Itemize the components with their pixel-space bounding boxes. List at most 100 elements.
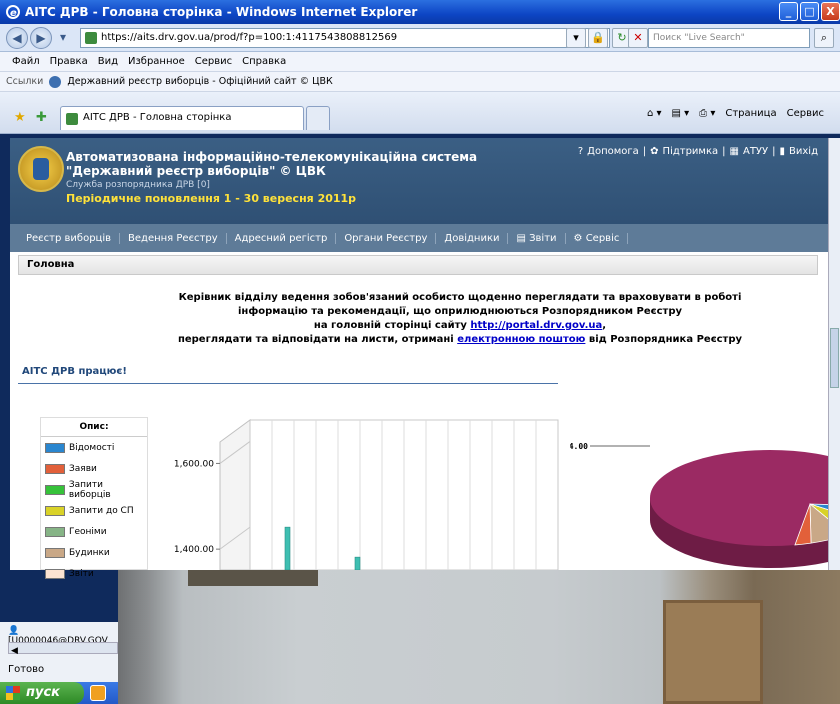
notice-line4-end: від Розпорядника Реєстру: [585, 334, 743, 345]
search-input[interactable]: Поиск "Live Search": [648, 28, 810, 48]
main-content: Головна Керівник відділу ведення зобов'я…: [10, 252, 828, 579]
forward-button[interactable]: ▶: [30, 27, 52, 49]
legend-label: Запити до СП: [69, 505, 134, 516]
new-tab-button[interactable]: [306, 106, 330, 130]
legend-item: Запити до СП: [41, 500, 147, 521]
page-scrollbar[interactable]: [828, 138, 840, 570]
overlay-photo: [118, 570, 840, 704]
period-notice: Періодичне поновлення 1 - 30 вересня 201…: [66, 192, 357, 205]
cvk-logo: [18, 146, 64, 192]
print-icon[interactable]: ⎙ ▾: [699, 108, 715, 119]
app-subtitle: Служба розпорядника ДРВ [0]: [66, 180, 210, 190]
nav-address-register[interactable]: Адресний регістр: [227, 232, 337, 244]
y-tick-label: 1,600.00: [174, 459, 214, 469]
link-drv-site[interactable]: Державний реєстр виборців - Офіційний са…: [67, 76, 332, 87]
windows-logo-icon: [6, 686, 20, 700]
nav-register-maintenance[interactable]: Ведення Реєстру: [120, 232, 227, 244]
close-button[interactable]: X: [821, 2, 840, 21]
home-icon[interactable]: ⌂ ▾: [647, 108, 662, 119]
status-bar: Готово: [8, 664, 45, 675]
favorites-star-icon[interactable]: ★: [14, 110, 26, 125]
notice-text: Керівник відділу ведення зобов'язаний ос…: [130, 291, 790, 347]
menu-view[interactable]: Вид: [98, 56, 118, 67]
pie-chart: 11,784.00: [570, 442, 828, 568]
legend-swatch: [45, 463, 65, 474]
legend-swatch: [45, 505, 65, 516]
y-tick-label: 1,400.00: [174, 545, 214, 555]
portal-link[interactable]: http://portal.drv.gov.ua: [470, 320, 602, 331]
bar: [284, 526, 291, 570]
feeds-icon[interactable]: ▤ ▾: [672, 108, 690, 119]
tab-favicon-icon: [66, 113, 78, 125]
command-bar: ⌂ ▾ ▤ ▾ ⎙ ▾ Страница Сервис: [647, 108, 824, 119]
horizontal-scrollbar[interactable]: ◀: [8, 642, 118, 656]
start-button[interactable]: пуск: [0, 682, 84, 704]
support-link[interactable]: Підтримка: [663, 146, 719, 157]
tab-bar: ★ ✚ АІТС ДРВ - Головна сторінка ⌂ ▾ ▤ ▾ …: [0, 92, 840, 134]
svg-text:e: e: [10, 8, 17, 19]
menu-tools[interactable]: Сервис: [195, 56, 232, 67]
help-link[interactable]: Допомога: [587, 146, 639, 157]
nav-service[interactable]: ⚙ Сервіс: [566, 232, 629, 244]
address-bar: ◀ ▶ ▾ https://aits.drv.gov.ua/prod/f?p=1…: [0, 24, 840, 52]
url-input[interactable]: https://aits.drv.gov.ua/prod/f?p=100:1:4…: [80, 28, 610, 48]
nav-reports[interactable]: ▤ Звіти: [508, 232, 566, 244]
scrollbar-thumb[interactable]: [830, 328, 839, 388]
legend-item: Геоніми: [41, 521, 147, 542]
links-bar: Ссылки Державний реєстр виборців - Офіці…: [0, 72, 840, 92]
notice-line3: на головній сторінці сайту http://portal…: [130, 319, 790, 333]
legend-label: Запити виборців: [68, 479, 111, 500]
maximize-button[interactable]: □: [800, 2, 819, 21]
tab-title: АІТС ДРВ - Головна сторінка: [83, 112, 232, 123]
page-menu[interactable]: Страница: [725, 108, 776, 119]
bar-chart: 1,400.00 1,600.00: [174, 419, 559, 570]
scroll-left-icon[interactable]: ◀: [9, 646, 18, 656]
tab-main[interactable]: АІТС ДРВ - Головна сторінка: [60, 106, 304, 130]
add-favorites-icon[interactable]: ✚: [36, 110, 47, 125]
app-header: Автоматизована інформаційно-телекомуніка…: [10, 138, 828, 224]
nav-register-bodies[interactable]: Органи Реєстру: [336, 232, 437, 244]
legend-swatch: [45, 568, 65, 579]
service-icon: ⚙: [573, 232, 586, 244]
menu-edit[interactable]: Правка: [50, 56, 88, 67]
link-favicon-icon: [49, 75, 62, 88]
search-icon[interactable]: ⌕: [814, 28, 834, 48]
chart-legend: Опис: Відомості Заяви Запити виборців За…: [40, 417, 148, 579]
app-title-line2: "Державний реєстр виборців" © ЦВК: [66, 164, 326, 178]
legend-item: Відомості: [41, 437, 147, 458]
url-dropdown-icon[interactable]: ▾: [566, 28, 586, 48]
legend-title: Опис:: [41, 418, 147, 437]
back-button[interactable]: ◀: [6, 27, 28, 49]
reports-icon: ▤: [516, 232, 530, 244]
links-label: Ссылки: [6, 76, 44, 87]
taskbar-app-icon[interactable]: [90, 685, 106, 701]
menu-favorites[interactable]: Избранное: [128, 56, 185, 67]
legend-swatch: [45, 526, 65, 537]
support-icon: ✿: [650, 146, 659, 157]
menu-help[interactable]: Справка: [242, 56, 286, 67]
history-dropdown-icon[interactable]: ▾: [56, 27, 70, 49]
email-link[interactable]: електронною поштою: [457, 334, 585, 345]
taskbar: пуск: [0, 682, 118, 704]
tools-menu[interactable]: Сервис: [787, 108, 824, 119]
notice-line1: Керівник відділу ведення зобов'язаний ос…: [178, 292, 742, 303]
nav-directories[interactable]: Довідники: [436, 232, 509, 244]
nav-voter-register[interactable]: Реєстр виборців: [18, 232, 121, 244]
menu-bar: Файл Правка Вид Избранное Сервис Справка: [0, 52, 840, 72]
lock-icon[interactable]: 🔒: [588, 28, 608, 48]
notice-line3-text: на головній сторінці сайту: [313, 320, 471, 331]
atuu-link[interactable]: АТУУ: [743, 146, 768, 157]
menu-file[interactable]: Файл: [12, 56, 40, 67]
notice-line4: переглядати та відповідати на листи, отр…: [130, 333, 790, 347]
legend-item: Заяви: [41, 458, 147, 479]
atuu-icon: ▦: [729, 146, 739, 157]
photo-frame-edge: [188, 570, 318, 586]
exit-link[interactable]: Вихід: [789, 146, 818, 157]
legend-label: Геоніми: [69, 526, 107, 537]
help-icon: ?: [577, 146, 584, 157]
window-controls: _ □ X: [779, 2, 840, 21]
notice-line3-end: ,: [602, 320, 607, 331]
minimize-button[interactable]: _: [779, 2, 798, 21]
stop-icon[interactable]: ✕: [628, 28, 648, 48]
user-icon: 👤: [8, 626, 20, 636]
